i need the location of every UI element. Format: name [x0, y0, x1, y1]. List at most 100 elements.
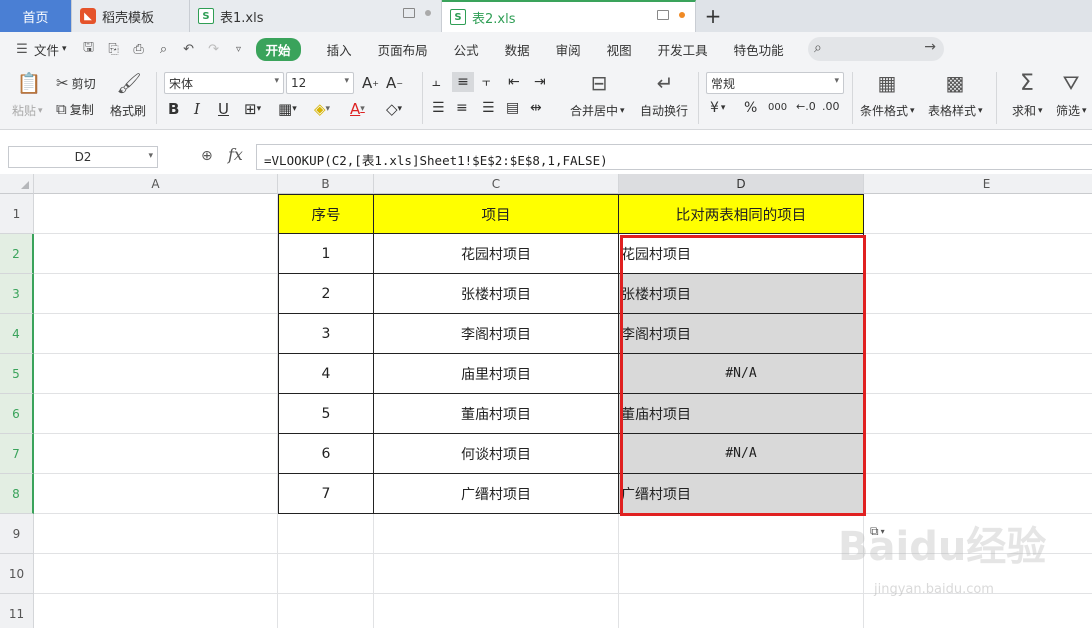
- percent-button[interactable]: %: [744, 100, 757, 116]
- tab-formulas[interactable]: 公式: [454, 40, 479, 59]
- align-middle-icon[interactable]: ≡: [452, 72, 474, 92]
- zoom-icon[interactable]: ⊕: [201, 148, 213, 164]
- column-header-e[interactable]: E: [864, 174, 1092, 194]
- wrap-text-icon[interactable]: ↵: [654, 71, 676, 95]
- monitor-icon[interactable]: [657, 10, 669, 20]
- table-cell-no[interactable]: 3: [278, 314, 374, 354]
- filter-icon[interactable]: ⛛: [1060, 71, 1082, 95]
- table-style-icon[interactable]: ▩: [944, 71, 966, 95]
- table-cell-no[interactable]: 1: [278, 234, 374, 274]
- new-tab-button[interactable]: +: [696, 0, 730, 32]
- table-cell-no[interactable]: 7: [278, 474, 374, 514]
- table-cell-match[interactable]: 广缙村项目: [619, 474, 864, 514]
- row-header-7[interactable]: 7: [0, 434, 34, 474]
- cut-button[interactable]: ✂ 剪切: [56, 74, 96, 92]
- tab-docer-templates[interactable]: ◣ 稻壳模板: [72, 0, 190, 32]
- increase-indent-icon[interactable]: ⇥: [534, 74, 546, 90]
- row-header-10[interactable]: 10: [0, 554, 34, 594]
- redo-icon[interactable]: ↷: [206, 41, 222, 57]
- save-icon[interactable]: 🖫: [81, 40, 97, 57]
- bold-button[interactable]: B: [168, 100, 179, 118]
- tab-features[interactable]: 特色功能: [734, 40, 784, 59]
- font-name-select[interactable]: 宋体 ▾: [164, 72, 284, 94]
- print-preview-icon[interactable]: ⌕: [156, 41, 172, 57]
- name-box[interactable]: D2 ▾: [8, 146, 158, 168]
- file-menu[interactable]: ☰ 文件 ▾: [14, 40, 66, 59]
- decrease-decimal-icon[interactable]: .00: [822, 100, 840, 113]
- table-cell-match[interactable]: 张楼村项目: [619, 274, 864, 314]
- align-left-icon[interactable]: ☰: [432, 100, 445, 116]
- distributed-icon[interactable]: ⇹: [530, 100, 542, 116]
- font-size-select[interactable]: 12 ▾: [286, 72, 354, 94]
- print-icon[interactable]: ⎙: [131, 41, 147, 57]
- currency-button[interactable]: ¥ ▾: [710, 100, 725, 116]
- table-cell-match[interactable]: #N/A: [619, 434, 864, 474]
- tab-file1[interactable]: S 表1.xls: [190, 0, 442, 32]
- table-cell-item[interactable]: 董庙村项目: [374, 394, 619, 434]
- tab-data[interactable]: 数据: [505, 40, 530, 59]
- column-header-a[interactable]: A: [34, 174, 278, 194]
- font-color-icon[interactable]: A ▾: [350, 100, 365, 118]
- row-header-5[interactable]: 5: [0, 354, 34, 394]
- column-header-c[interactable]: C: [374, 174, 619, 194]
- export-icon[interactable]: ⎘: [106, 41, 122, 57]
- table-cell-no[interactable]: 2: [278, 274, 374, 314]
- sum-button[interactable]: 求和 ▾: [1012, 102, 1043, 119]
- search-input[interactable]: ⌕ →: [808, 37, 944, 61]
- tab-review[interactable]: 审阅: [556, 40, 581, 59]
- format-painter-button[interactable]: 格式刷: [110, 102, 146, 119]
- table-cell-item[interactable]: 花园村项目: [374, 234, 619, 274]
- column-header-b[interactable]: B: [278, 174, 374, 194]
- monitor-icon[interactable]: [403, 8, 415, 18]
- tab-insert[interactable]: 插入: [327, 40, 352, 59]
- merge-center-button[interactable]: 合并居中 ▾: [570, 102, 625, 119]
- formula-input[interactable]: =VLOOKUP(C2,[表1.xls]Sheet1!$E$2:$E$8,1,F…: [256, 144, 1092, 170]
- table-cell-no[interactable]: 5: [278, 394, 374, 434]
- format-painter-icon[interactable]: 🖌: [116, 71, 141, 95]
- cell-style-icon[interactable]: ▦ ▾: [278, 100, 297, 118]
- row-header-2[interactable]: 2: [0, 234, 34, 274]
- undo-icon[interactable]: ↶: [181, 41, 197, 57]
- table-cell-match[interactable]: #N/A: [619, 354, 864, 394]
- wrap-text-button[interactable]: 自动换行: [640, 102, 688, 119]
- decrease-font-icon[interactable]: A −: [386, 74, 403, 92]
- spreadsheet-grid[interactable]: A B C D E 1 2 3 4 5 6 7 8 9 10 11 序号 项目 比对两表相同的项目 1 花园村项目 花园村…: [0, 174, 1092, 628]
- align-top-icon[interactable]: ⫠: [432, 74, 440, 90]
- row-header-6[interactable]: 6: [0, 394, 34, 434]
- table-cell-no[interactable]: 6: [278, 434, 374, 474]
- tab-developer[interactable]: 开发工具: [658, 40, 708, 59]
- copy-button[interactable]: ⧉ 复制: [56, 100, 94, 118]
- tab-home[interactable]: 首页: [0, 0, 72, 32]
- row-header-11[interactable]: 11: [0, 594, 34, 628]
- conditional-format-button[interactable]: 条件格式 ▾: [860, 102, 915, 119]
- align-bottom-icon[interactable]: ⫟: [482, 74, 490, 90]
- row-header-4[interactable]: 4: [0, 314, 34, 354]
- fx-icon[interactable]: fx: [228, 145, 243, 164]
- table-cell-item[interactable]: 庙里村项目: [374, 354, 619, 394]
- row-header-3[interactable]: 3: [0, 274, 34, 314]
- decrease-indent-icon[interactable]: ⇤: [508, 74, 520, 90]
- increase-font-icon[interactable]: A +: [362, 74, 379, 92]
- underline-button[interactable]: U: [218, 100, 229, 118]
- table-cell-item[interactable]: 张楼村项目: [374, 274, 619, 314]
- conditional-format-icon[interactable]: ▦: [876, 71, 898, 95]
- sum-icon[interactable]: Σ: [1016, 71, 1038, 96]
- filter-button[interactable]: 筛选 ▾: [1056, 102, 1087, 119]
- row-header-8[interactable]: 8: [0, 474, 34, 514]
- table-cell-item[interactable]: 广缙村项目: [374, 474, 619, 514]
- thousands-separator-button[interactable]: 000: [768, 102, 787, 113]
- tab-start[interactable]: 开始: [255, 37, 301, 61]
- table-cell-item[interactable]: 李阁村项目: [374, 314, 619, 354]
- italic-button[interactable]: I: [194, 100, 200, 118]
- increase-decimal-icon[interactable]: ←.0: [796, 100, 816, 113]
- table-cell-match[interactable]: 李阁村项目: [619, 314, 864, 354]
- select-all-corner[interactable]: [0, 174, 34, 194]
- table-style-button[interactable]: 表格样式 ▾: [928, 102, 983, 119]
- row-header-1[interactable]: 1: [0, 194, 34, 234]
- align-center-icon[interactable]: ≡: [456, 100, 468, 116]
- table-cell-match[interactable]: 花园村项目: [619, 234, 864, 274]
- fill-color-icon[interactable]: ◈ ▾: [314, 100, 330, 118]
- tab-page-layout[interactable]: 页面布局: [378, 40, 428, 59]
- table-cell-item[interactable]: 何谈村项目: [374, 434, 619, 474]
- table-cell-no[interactable]: 4: [278, 354, 374, 394]
